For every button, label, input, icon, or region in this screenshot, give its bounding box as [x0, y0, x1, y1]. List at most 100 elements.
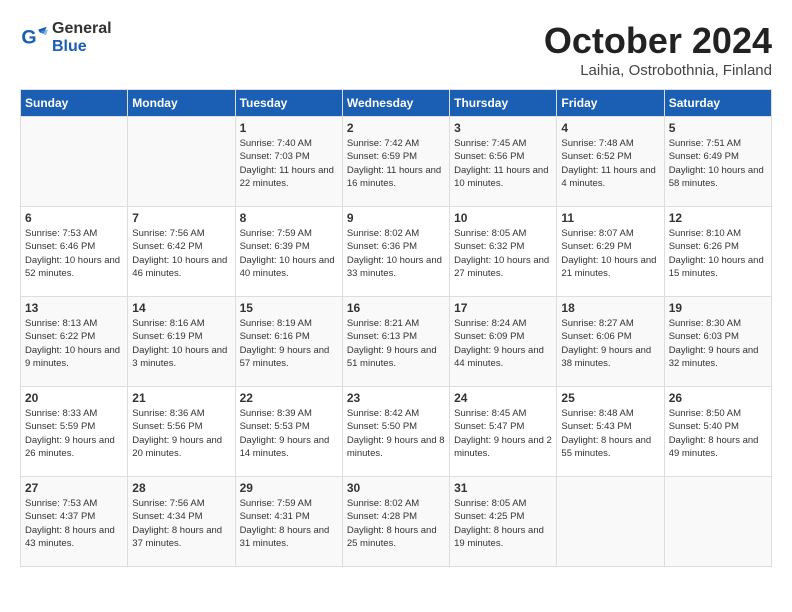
day-cell: 6 Sunrise: 7:53 AMSunset: 6:46 PMDaylight… [21, 207, 128, 297]
week-row-5: 27Sunrise: 7:53 AMSunset: 4:37 PMDayligh… [21, 477, 772, 567]
day-info: Sunrise: 7:56 AMSunset: 6:42 PMDaylight:… [132, 227, 230, 280]
day-cell: 30 Sunrise: 8:02 AMSunset: 4:28 PMDayligh… [342, 477, 449, 567]
day-cell [21, 117, 128, 207]
day-info: Sunrise: 8:50 AMSunset: 5:40 PMDaylight:… [669, 407, 767, 460]
week-row-1: 1 Sunrise: 7:40 AMSunset: 7:03 PMDaylight… [21, 117, 772, 207]
day-info: Sunrise: 8:02 AMSunset: 6:36 PMDaylight:… [347, 227, 445, 280]
day-number: 28 [132, 481, 230, 495]
day-cell: 26 Sunrise: 8:50 AMSunset: 5:40 PMDayligh… [664, 387, 771, 477]
day-number: 20 [25, 391, 123, 405]
day-info: Sunrise: 8:45 AMSunset: 5:47 PMDaylight:… [454, 407, 552, 460]
day-cell: 29 Sunrise: 7:59 AMSunset: 4:31 PMDayligh… [235, 477, 342, 567]
day-cell: 7 Sunrise: 7:56 AMSunset: 6:42 PMDaylight… [128, 207, 235, 297]
day-info: Sunrise: 8:48 AMSunset: 5:43 PMDaylight:… [561, 407, 659, 460]
day-info: Sunrise: 8:19 AMSunset: 6:16 PMDaylight:… [240, 317, 338, 370]
logo: G General Blue [20, 20, 112, 56]
day-cell: 28 Sunrise: 7:56 AMSunset: 4:34 PMDayligh… [128, 477, 235, 567]
day-number: 24 [454, 391, 552, 405]
day-number: 29 [240, 481, 338, 495]
day-number: 16 [347, 301, 445, 315]
day-number: 26 [669, 391, 767, 405]
day-header-thursday: Thursday [450, 90, 557, 117]
day-info: Sunrise: 7:56 AMSunset: 4:34 PMDaylight:… [132, 497, 230, 550]
week-row-3: 13 Sunrise: 8:13 AMSunset: 6:22 PMDayligh… [21, 297, 772, 387]
day-number: 2 [347, 121, 445, 135]
day-cell [664, 477, 771, 567]
day-number: 31 [454, 481, 552, 495]
day-number: 3 [454, 121, 552, 135]
day-number: 18 [561, 301, 659, 315]
day-cell: 21Sunrise: 8:36 AMSunset: 5:56 PMDayligh… [128, 387, 235, 477]
week-row-2: 6 Sunrise: 7:53 AMSunset: 6:46 PMDaylight… [21, 207, 772, 297]
day-cell: 27Sunrise: 7:53 AMSunset: 4:37 PMDayligh… [21, 477, 128, 567]
location-title: Laihia, Ostrobothnia, Finland [544, 62, 772, 79]
day-number: 7 [132, 211, 230, 225]
day-info: Sunrise: 8:07 AMSunset: 6:29 PMDaylight:… [561, 227, 659, 280]
day-info: Sunrise: 8:24 AMSunset: 6:09 PMDaylight:… [454, 317, 552, 370]
day-info: Sunrise: 7:59 AMSunset: 6:39 PMDaylight:… [240, 227, 338, 280]
day-number: 25 [561, 391, 659, 405]
day-cell: 24 Sunrise: 8:45 AMSunset: 5:47 PMDayligh… [450, 387, 557, 477]
day-info: Sunrise: 8:33 AMSunset: 5:59 PMDaylight:… [25, 407, 123, 460]
day-info: Sunrise: 8:30 AMSunset: 6:03 PMDaylight:… [669, 317, 767, 370]
day-info: Sunrise: 8:42 AMSunset: 5:50 PMDaylight:… [347, 407, 445, 460]
day-cell: 10 Sunrise: 8:05 AMSunset: 6:32 PMDayligh… [450, 207, 557, 297]
day-cell: 17 Sunrise: 8:24 AMSunset: 6:09 PMDayligh… [450, 297, 557, 387]
month-title: October 2024 [544, 20, 772, 62]
day-number: 10 [454, 211, 552, 225]
day-cell: 18Sunrise: 8:27 AMSunset: 6:06 PMDayligh… [557, 297, 664, 387]
day-cell: 3 Sunrise: 7:45 AMSunset: 6:56 PMDaylight… [450, 117, 557, 207]
day-info: Sunrise: 8:05 AMSunset: 4:25 PMDaylight:… [454, 497, 552, 550]
logo-icon: G [20, 24, 48, 52]
day-number: 23 [347, 391, 445, 405]
day-info: Sunrise: 8:02 AMSunset: 4:28 PMDaylight:… [347, 497, 445, 550]
day-cell: 23 Sunrise: 8:42 AMSunset: 5:50 PMDayligh… [342, 387, 449, 477]
day-header-tuesday: Tuesday [235, 90, 342, 117]
day-info: Sunrise: 7:40 AMSunset: 7:03 PMDaylight:… [240, 137, 338, 190]
day-info: Sunrise: 8:13 AMSunset: 6:22 PMDaylight:… [25, 317, 123, 370]
day-number: 13 [25, 301, 123, 315]
day-info: Sunrise: 7:59 AMSunset: 4:31 PMDaylight:… [240, 497, 338, 550]
day-number: 17 [454, 301, 552, 315]
day-cell: 4 Sunrise: 7:48 AMSunset: 6:52 PMDaylight… [557, 117, 664, 207]
day-number: 22 [240, 391, 338, 405]
day-info: Sunrise: 7:45 AMSunset: 6:56 PMDaylight:… [454, 137, 552, 190]
day-cell: 14Sunrise: 8:16 AMSunset: 6:19 PMDayligh… [128, 297, 235, 387]
logo-text: General Blue [52, 20, 112, 56]
day-cell [557, 477, 664, 567]
day-info: Sunrise: 8:05 AMSunset: 6:32 PMDaylight:… [454, 227, 552, 280]
day-cell [128, 117, 235, 207]
day-cell: 16Sunrise: 8:21 AMSunset: 6:13 PMDayligh… [342, 297, 449, 387]
header-row: SundayMondayTuesdayWednesdayThursdayFrid… [21, 90, 772, 117]
day-info: Sunrise: 7:53 AMSunset: 6:46 PMDaylight:… [25, 227, 123, 280]
day-number: 14 [132, 301, 230, 315]
day-info: Sunrise: 7:42 AMSunset: 6:59 PMDaylight:… [347, 137, 445, 190]
day-number: 12 [669, 211, 767, 225]
day-number: 6 [25, 211, 123, 225]
day-info: Sunrise: 7:48 AMSunset: 6:52 PMDaylight:… [561, 137, 659, 190]
day-number: 4 [561, 121, 659, 135]
day-header-friday: Friday [557, 90, 664, 117]
day-cell: 9 Sunrise: 8:02 AMSunset: 6:36 PMDaylight… [342, 207, 449, 297]
day-number: 15 [240, 301, 338, 315]
day-header-monday: Monday [128, 90, 235, 117]
header: G General Blue October 2024 Laihia, Ostr… [20, 20, 772, 79]
day-cell: 13 Sunrise: 8:13 AMSunset: 6:22 PMDayligh… [21, 297, 128, 387]
day-number: 30 [347, 481, 445, 495]
day-header-saturday: Saturday [664, 90, 771, 117]
title-area: October 2024 Laihia, Ostrobothnia, Finla… [544, 20, 772, 79]
day-cell: 19Sunrise: 8:30 AMSunset: 6:03 PMDayligh… [664, 297, 771, 387]
day-number: 9 [347, 211, 445, 225]
day-info: Sunrise: 7:53 AMSunset: 4:37 PMDaylight:… [25, 497, 123, 550]
svg-text:G: G [21, 27, 36, 49]
day-number: 8 [240, 211, 338, 225]
day-info: Sunrise: 8:36 AMSunset: 5:56 PMDaylight:… [132, 407, 230, 460]
day-cell: 25 Sunrise: 8:48 AMSunset: 5:43 PMDayligh… [557, 387, 664, 477]
day-cell: 15 Sunrise: 8:19 AMSunset: 6:16 PMDayligh… [235, 297, 342, 387]
day-number: 11 [561, 211, 659, 225]
day-info: Sunrise: 8:10 AMSunset: 6:26 PMDaylight:… [669, 227, 767, 280]
day-number: 1 [240, 121, 338, 135]
day-cell: 1 Sunrise: 7:40 AMSunset: 7:03 PMDaylight… [235, 117, 342, 207]
day-header-sunday: Sunday [21, 90, 128, 117]
day-cell: 5Sunrise: 7:51 AMSunset: 6:49 PMDaylight… [664, 117, 771, 207]
